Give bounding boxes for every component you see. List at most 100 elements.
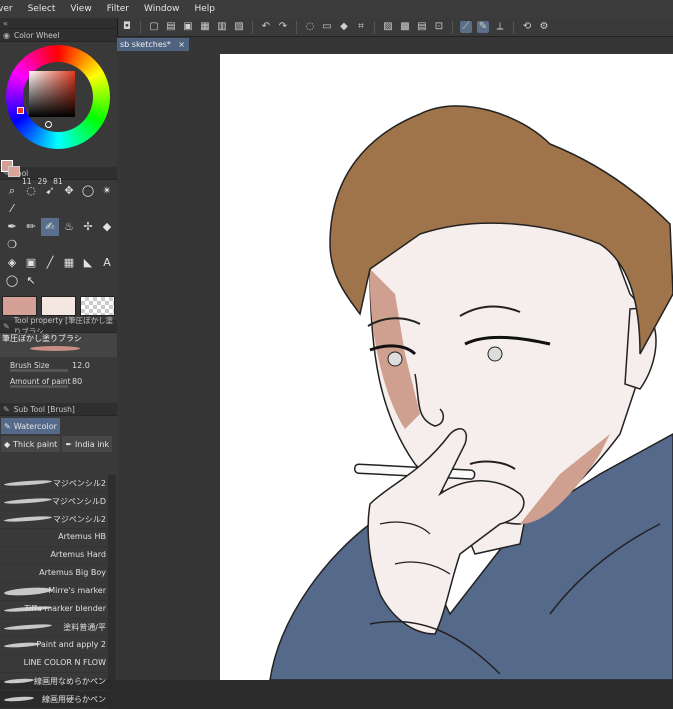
tab-watercolor[interactable]: ✎ Watercolor (1, 418, 60, 434)
menu-select[interactable]: Select (22, 4, 65, 14)
ruler-tool-icon[interactable]: ◣ (79, 254, 97, 272)
correct-line-icon[interactable]: ↖ (22, 272, 40, 290)
list-item[interactable]: マジペンシル2 (0, 511, 108, 529)
close-icon[interactable]: × (178, 40, 185, 49)
export-icon[interactable]: ▦ (199, 21, 211, 33)
main-drawing-color[interactable] (2, 296, 37, 316)
tool-property-header: ✎ Tool property [筆圧ぼかし塗りブラシ (0, 316, 117, 336)
refresh-icon[interactable]: ⟲ (521, 21, 533, 33)
amount-of-paint-row[interactable]: Amount of paint 80 (0, 373, 117, 389)
sub-tool-icon: ✎ (3, 404, 10, 414)
sub-tool-title: Sub Tool [Brush] (13, 404, 75, 414)
fill-tool-icon[interactable]: ◈ (3, 254, 21, 272)
divider (374, 20, 375, 34)
select-dotted-icon[interactable]: ◌ (304, 21, 316, 33)
airbrush-icon[interactable]: ♨ (60, 218, 78, 236)
brush-size-slider[interactable] (10, 369, 68, 372)
gradient-icon[interactable]: ▣ (22, 254, 40, 272)
brush-preview: 筆圧ぼかし塗りブラシ (0, 333, 117, 357)
text-icon[interactable]: A (98, 254, 116, 272)
list-item[interactable]: 塗料普通/平 (0, 619, 108, 637)
sv-marker[interactable] (45, 121, 52, 128)
copy-icon[interactable]: ▧ (233, 21, 245, 33)
color-wheel-header: ◉ Color Wheel (0, 29, 117, 42)
list-item[interactable]: Paint and apply 2 (0, 637, 108, 655)
clear-icon[interactable]: ▭ (321, 21, 333, 33)
redo-icon[interactable]: ↷ (277, 21, 289, 33)
list-item[interactable]: Tiffa marker blender (0, 601, 108, 619)
sub-color-swatch[interactable] (8, 166, 20, 177)
amount-of-paint-value[interactable]: 80 (72, 377, 82, 386)
brush-icon[interactable]: ✍ (41, 218, 59, 236)
saturation-value: 29 (37, 177, 48, 186)
sub-tool-header: ✎ Sub Tool [Brush] (0, 403, 117, 416)
deselect-icon[interactable]: ▨ (382, 21, 394, 33)
list-item[interactable]: マジペンシル2 (0, 475, 108, 493)
document-tab[interactable]: sb sketches* × (117, 38, 189, 51)
hue-marker[interactable] (17, 107, 24, 114)
dock-collapse[interactable]: « (0, 18, 117, 29)
list-item[interactable]: Artemus Big Boy (0, 565, 108, 583)
pencil-icon[interactable]: ✏ (22, 218, 40, 236)
sub-drawing-color[interactable] (41, 296, 76, 316)
pen-pressure-icon[interactable]: ✎ (477, 21, 489, 33)
balloon-icon[interactable]: ◯ (3, 272, 21, 290)
magic-wand-icon[interactable]: ✴ (98, 182, 116, 200)
brush-list-scrollbar[interactable] (108, 475, 116, 680)
property-icon: ✎ (3, 321, 10, 331)
divider (252, 20, 253, 34)
command-bar: ◘ ▢ ▤ ▣ ▦ ▥ ▧ ↶ ↷ ◌ ▭ ◆ ⌗ ▨ ▩ ▤ ⊡ ⟋ ✎ ⟂ … (117, 18, 673, 37)
save-icon[interactable]: ▣ (182, 21, 194, 33)
invert-icon[interactable]: ▤ (416, 21, 428, 33)
menu-view[interactable]: View (64, 4, 100, 14)
tab-india-ink[interactable]: ✒ India ink (62, 436, 113, 452)
ruler-icon[interactable]: ⟂ (494, 21, 506, 33)
color-wheel-icon: ◉ (3, 30, 10, 40)
tab-thick-paint[interactable]: ◆ Thick paint (1, 436, 61, 452)
selection-tool-icon[interactable]: ⊡ (433, 21, 445, 33)
menu-help[interactable]: Help (189, 4, 225, 14)
list-item[interactable]: Mirre's marker (0, 583, 108, 601)
print-icon[interactable]: ▥ (216, 21, 228, 33)
frame-icon[interactable]: ▦ (60, 254, 78, 272)
new-file-icon[interactable]: ▢ (148, 21, 160, 33)
decoration-icon[interactable]: ✢ (79, 218, 97, 236)
list-item[interactable]: LINE COLOR N FLOW (0, 655, 108, 673)
sub-tool-tabs: ✎ Watercolor ◆ Thick paint ✒ India ink (0, 416, 117, 454)
fill-icon[interactable]: ◆ (338, 21, 350, 33)
undo-icon[interactable]: ↶ (260, 21, 272, 33)
eyedropper-icon[interactable]: ⁄ (3, 200, 21, 218)
eraser-icon[interactable]: ◆ (98, 218, 116, 236)
divider (296, 20, 297, 34)
pen-tool-icon[interactable]: ✒ (3, 218, 21, 236)
stabilizer-icon[interactable]: ⟋ (460, 21, 472, 33)
saturation-value-square[interactable] (29, 71, 75, 117)
menu-view-partial[interactable]: ver (0, 4, 22, 14)
canvas[interactable] (220, 54, 673, 680)
selection-icon[interactable]: ◯ (79, 182, 97, 200)
list-item[interactable]: マジペンシルD (0, 493, 108, 511)
brush-size-row[interactable]: Brush Size 12.0 (0, 357, 117, 373)
blend-icon[interactable]: ❍ (3, 236, 21, 254)
crop-icon[interactable]: ▩ (399, 21, 411, 33)
collapse-icon[interactable]: « (3, 19, 8, 28)
brush-size-value[interactable]: 12.0 (72, 361, 90, 370)
transform-icon[interactable]: ⌗ (355, 21, 367, 33)
list-item[interactable]: 線画用なめらかペン (0, 673, 108, 691)
clip-icon[interactable]: ◘ (121, 21, 133, 33)
amount-of-paint-slider[interactable] (10, 385, 68, 388)
settings-icon[interactable]: ⚙ (538, 21, 550, 33)
list-item[interactable]: Artemus Hard (0, 547, 108, 565)
list-item[interactable]: Artemus HB (0, 529, 108, 547)
menu-filter[interactable]: Filter (101, 4, 138, 14)
brush-name: 筆圧ぼかし塗りブラシ (2, 334, 82, 343)
transparent-color[interactable] (80, 296, 115, 316)
open-folder-icon[interactable]: ▤ (165, 21, 177, 33)
canvas-area: sb sketches* × (117, 37, 673, 680)
zoom-icon[interactable]: ⌕ (3, 182, 21, 200)
list-item[interactable]: 線画用硬らかペン (0, 691, 108, 709)
figure-icon[interactable]: ╱ (41, 254, 59, 272)
divider (513, 20, 514, 34)
menu-window[interactable]: Window (138, 4, 189, 14)
hue-value: 11 (22, 177, 32, 186)
